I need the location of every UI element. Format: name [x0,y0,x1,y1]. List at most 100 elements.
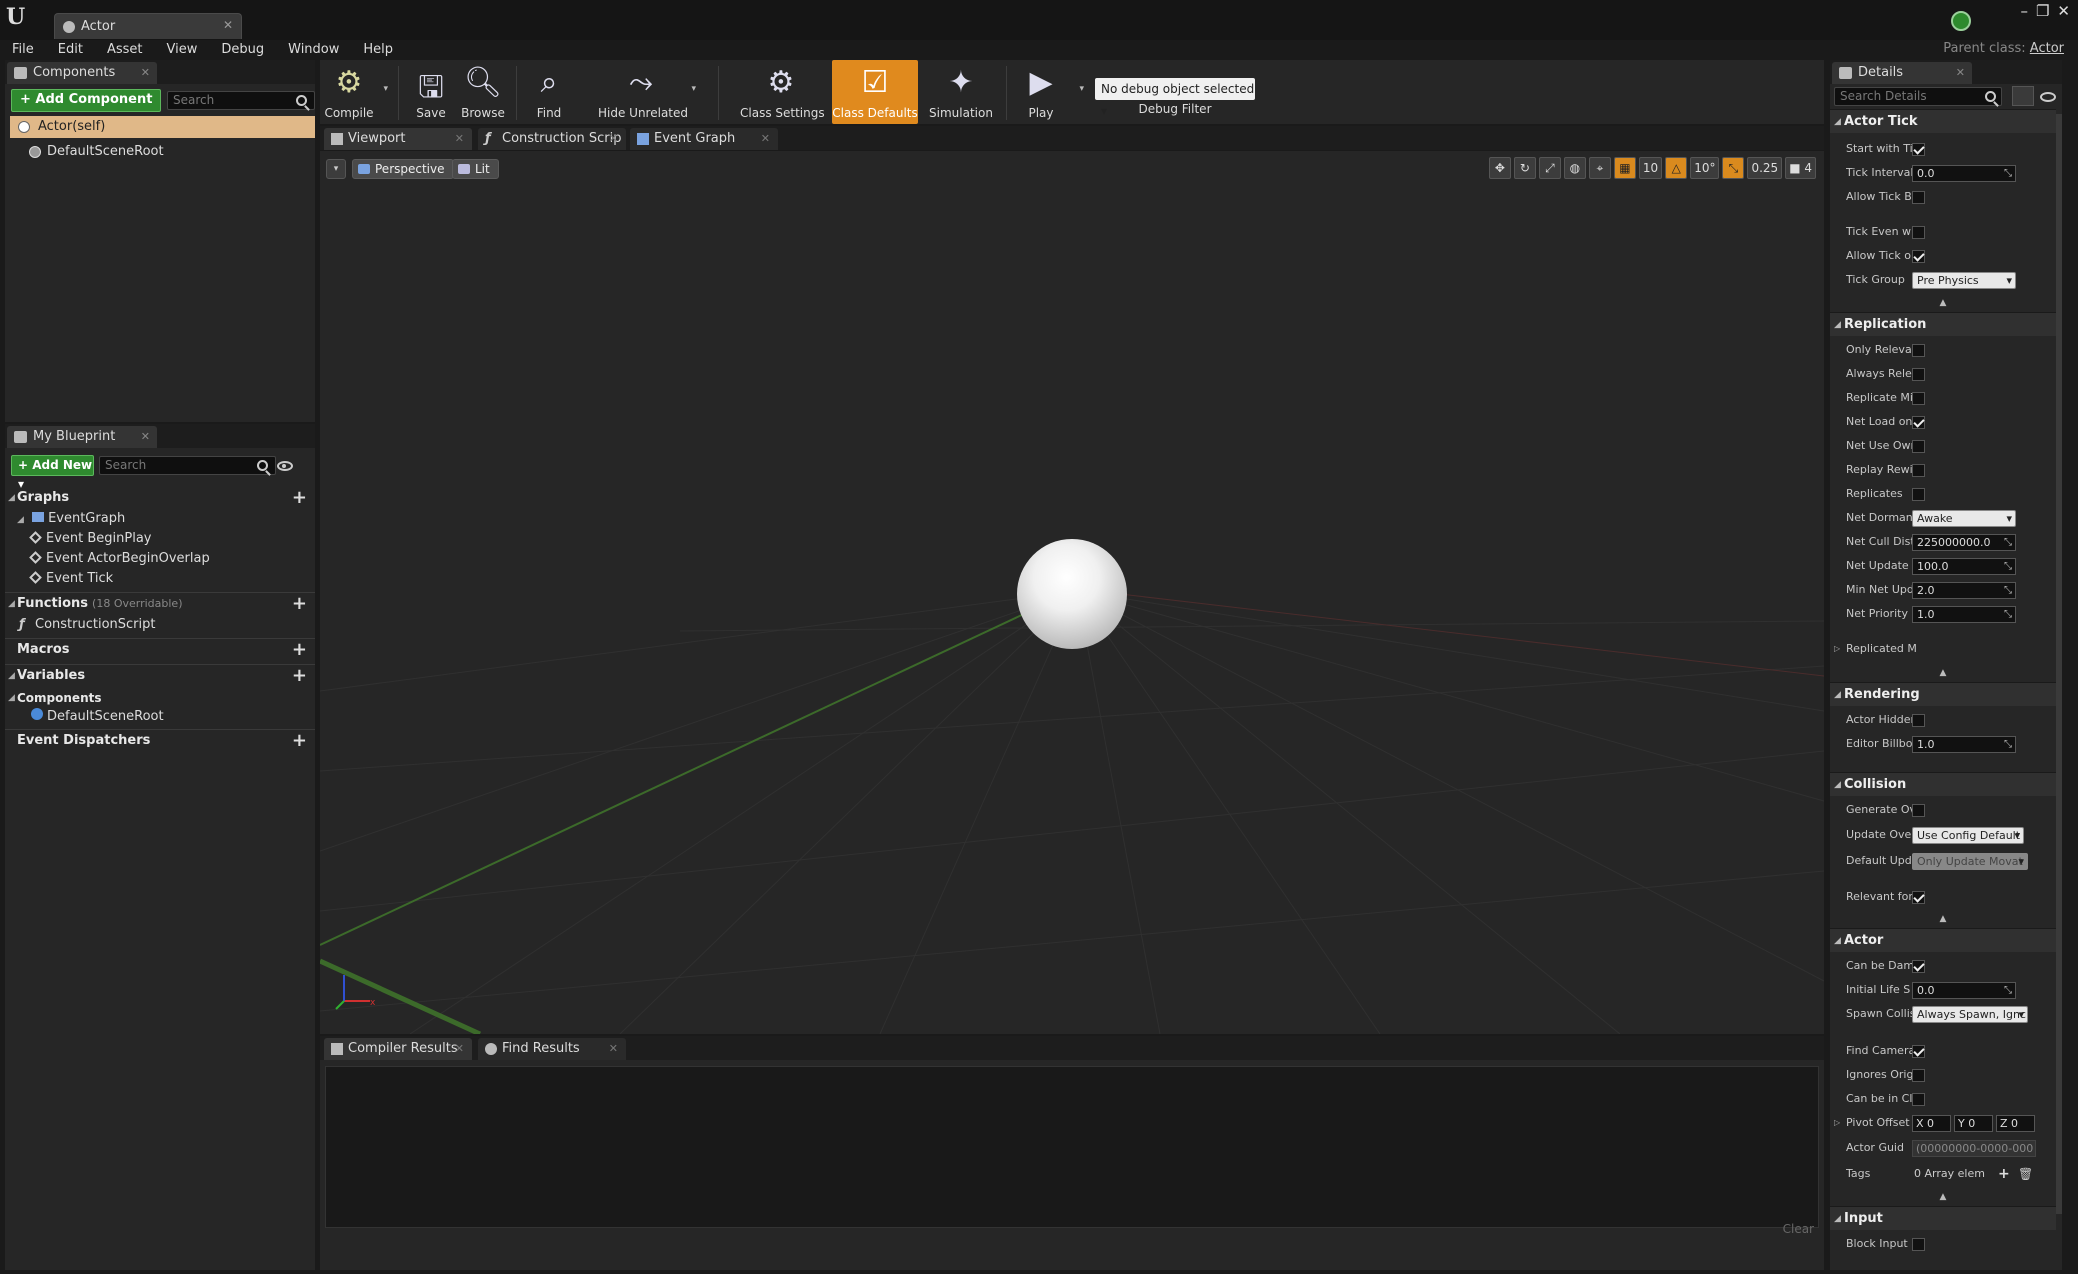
editor-billboard-scale-field[interactable]: 1.0 [1912,736,2016,753]
debug-object-select[interactable]: No debug object selected ▾ [1095,78,1255,118]
tab-event-graph[interactable]: Event Graph ✕ [630,128,778,150]
add-tag-icon[interactable]: + [1998,1163,2010,1185]
prop-replicated-more[interactable]: ▷ Replicated M [1830,638,2056,660]
close-icon[interactable]: ✕ [1956,62,1965,84]
close-icon[interactable]: ✕ [455,1038,464,1060]
simulation-button[interactable]: ✦ Simulation [924,60,998,124]
trash-icon[interactable]: 🗑︎ [2018,1163,2033,1185]
add-variable-icon[interactable]: + [292,665,307,687]
section-actor[interactable]: ◢ Actor [1830,928,2056,952]
only-relevant-checkbox[interactable] [1912,344,1925,357]
collapsed-triangle-icon[interactable]: ▷ [1834,1112,1840,1134]
menu-window[interactable]: Window [276,40,351,60]
close-icon[interactable]: ✕ [141,426,150,448]
compiler-results-log[interactable] [325,1066,1819,1228]
chevron-down-icon[interactable]: ▾ [691,84,696,94]
can-be-in-cluster-checkbox[interactable] [1912,1093,1925,1106]
browse-button[interactable]: 🔍︎ Browse [458,60,508,124]
class-defaults-button[interactable]: ☑ Class Defaults [832,60,918,124]
viewport-options-button[interactable]: ▾ [326,159,346,179]
chevron-down-icon[interactable]: ▾ [383,84,388,94]
advanced-expand-icon[interactable]: ▲ [1830,298,2056,310]
details-tab[interactable]: Details ✕ [1832,62,1972,84]
block-input-checkbox[interactable] [1912,1238,1925,1251]
net-cull-distance-field[interactable]: 225000000.0 [1912,534,2016,551]
my-blueprint-search-input[interactable]: Search [99,456,276,475]
initial-life-span-field[interactable]: 0.0 [1912,982,2016,999]
document-tab[interactable]: Actor ✕ [54,13,242,39]
menu-view[interactable]: View [155,40,210,60]
tab-compiler-results[interactable]: Compiler Results ✕ [324,1038,472,1060]
tab-construction-script[interactable]: ƒ Construction Scrip ✕ [478,128,626,150]
component-default-scene-root[interactable]: DefaultSceneRoot [29,142,164,162]
function-construction-script[interactable]: ƒ ConstructionScript [19,615,155,635]
rotation-snap-icon[interactable]: △ [1665,157,1688,179]
clear-button[interactable]: Clear [1783,1222,1814,1236]
add-dispatcher-icon[interactable]: + [292,730,307,752]
variable-default-scene-root[interactable]: DefaultSceneRoot [31,707,164,727]
add-component-button[interactable]: + Add Component ▾ [11,89,161,127]
replicate-movement-checkbox[interactable] [1912,392,1925,405]
play-button[interactable]: ▶ ▾ Play [1016,60,1084,124]
net-update-frequency-field[interactable]: 100.0 [1912,558,2016,575]
menu-help[interactable]: Help [351,40,405,60]
tick-interval-field[interactable]: 0.0 [1912,165,2016,182]
section-replication[interactable]: ◢ Replication [1830,312,2056,336]
menu-debug[interactable]: Debug [209,40,276,60]
category-components[interactable]: ◢ Components [5,687,315,709]
advanced-expand-icon[interactable]: ▲ [1830,1192,2056,1204]
camera-speed-button[interactable]: ■ 4 [1785,157,1816,179]
close-window-icon[interactable]: ✕ [2057,2,2070,20]
scale-snap-value[interactable]: 0.25 [1747,157,1783,179]
rotate-icon[interactable]: ↻ [1513,157,1536,179]
grid-snap-icon[interactable]: ▦ [1613,157,1636,179]
close-icon[interactable]: ✕ [761,128,770,150]
section-actor-tick[interactable]: ◢ Actor Tick [1830,109,2056,133]
save-button[interactable]: 🖫 Save [406,60,456,124]
net-priority-field[interactable]: 1.0 [1912,606,2016,623]
menu-asset[interactable]: Asset [95,40,155,60]
details-scrollbar[interactable] [2056,114,2062,1214]
relevant-for-level-bounds-checkbox[interactable] [1912,891,1925,904]
advanced-expand-icon[interactable]: ▲ [1830,914,2056,926]
scale-icon[interactable]: ⤢ [1538,157,1561,179]
tab-viewport[interactable]: Viewport ✕ [324,128,472,150]
close-icon[interactable]: ✕ [223,18,233,32]
world-space-icon[interactable]: ◍ [1563,157,1586,179]
net-use-owner-checkbox[interactable] [1912,440,1925,453]
menu-edit[interactable]: Edit [46,40,95,60]
viewport[interactable]: ▾ Perspective Lit ✥ ↻ ⤢ ◍ ⌖ ▦ 10 △ 10° ⤡… [320,151,1824,1034]
always-relevant-checkbox[interactable] [1912,368,1925,381]
property-matrix-icon[interactable] [2012,86,2034,106]
close-icon[interactable]: ✕ [141,62,150,84]
event-actor-begin-overlap[interactable]: Event ActorBeginOverlap [29,549,210,569]
category-macros[interactable]: Macros + [5,639,315,661]
grid-snap-value[interactable]: 10 [1638,157,1663,179]
pivot-offset-x-field[interactable]: X 0 [1912,1115,1951,1132]
event-begin-play[interactable]: Event BeginPlay [29,529,152,549]
minimize-icon[interactable]: – [2020,2,2028,20]
net-load-on-client-checkbox[interactable] [1912,416,1925,429]
components-tab[interactable]: Components ✕ [7,62,157,84]
generate-overlap-checkbox[interactable] [1912,804,1925,817]
event-tick[interactable]: Event Tick [29,569,113,589]
close-icon[interactable]: ✕ [455,128,464,150]
ignores-origin-shifting-checkbox[interactable] [1912,1069,1925,1082]
hide-unrelated-button[interactable]: ⤳ ▾ Hide Unrelated [598,60,696,124]
maximize-icon[interactable]: ❐ [2036,2,2049,20]
section-input[interactable]: ◢ Input [1830,1206,2056,1230]
default-scene-root-sphere[interactable] [1017,539,1127,649]
add-new-button[interactable]: + Add New ▾ [11,455,94,491]
allow-tick-on-dedicated-checkbox[interactable] [1912,250,1925,263]
lit-button[interactable]: Lit [452,159,499,179]
pivot-offset-z-field[interactable]: Z 0 [1996,1115,2035,1132]
find-camera-component-checkbox[interactable] [1912,1045,1925,1058]
surface-snap-icon[interactable]: ⌖ [1588,157,1611,179]
add-macro-icon[interactable]: + [292,639,307,661]
parent-class-link[interactable]: Actor [2030,41,2064,56]
tick-even-when-paused-checkbox[interactable] [1912,226,1925,239]
category-graphs[interactable]: ◢ Graphs + [5,487,315,509]
chevron-down-icon[interactable]: ▾ [1079,84,1084,94]
actor-hidden-checkbox[interactable] [1912,714,1925,727]
rotation-snap-value[interactable]: 10° [1690,157,1720,179]
